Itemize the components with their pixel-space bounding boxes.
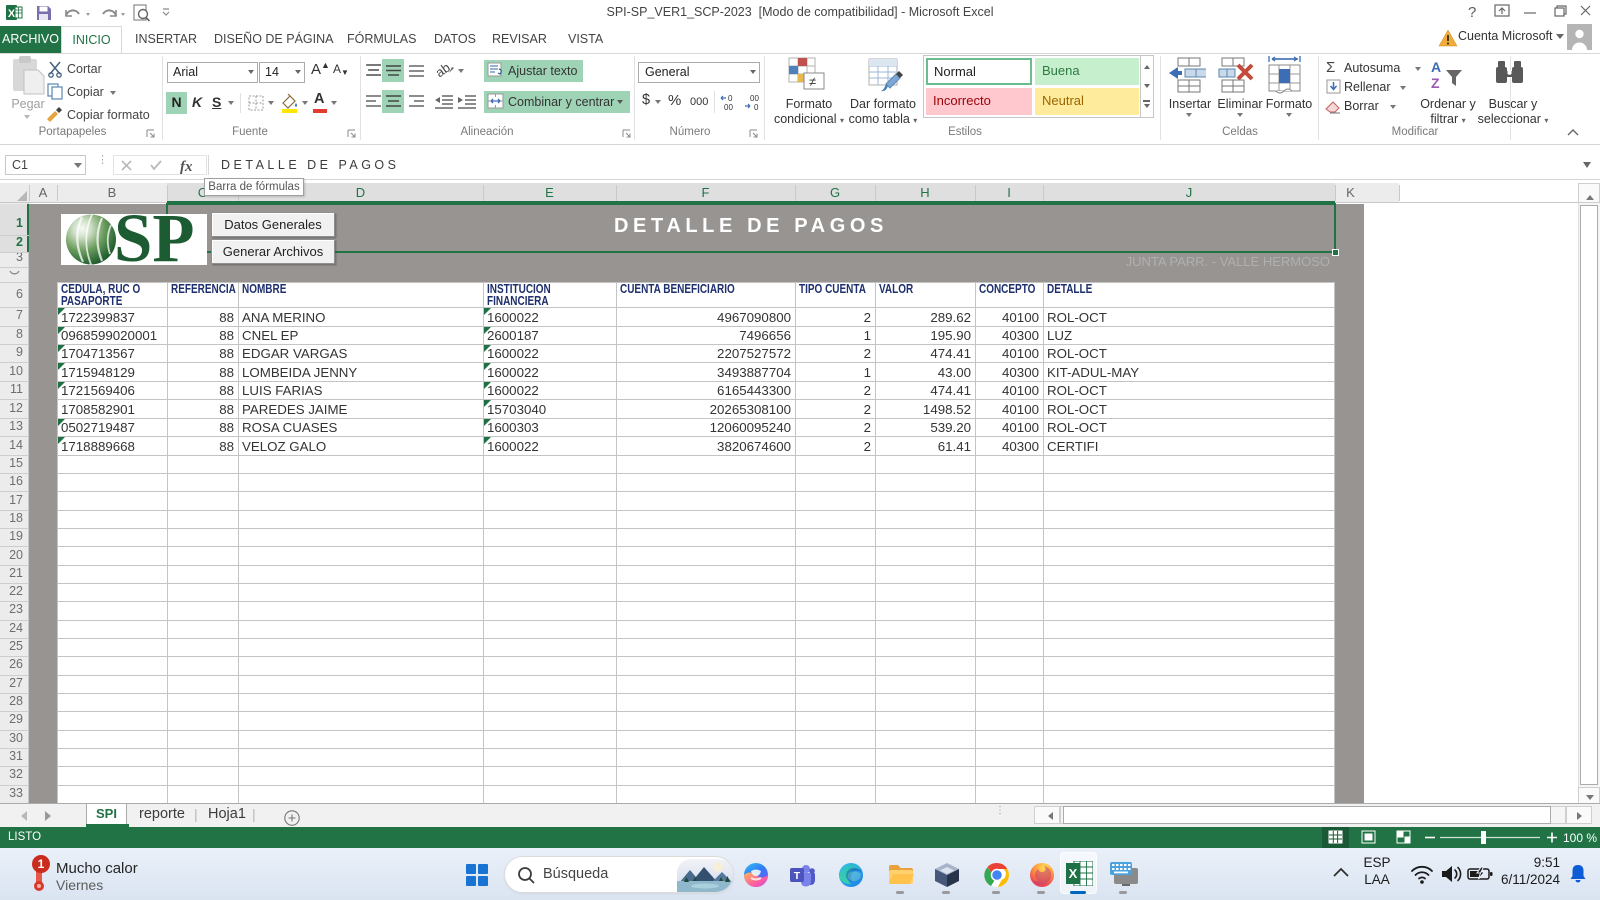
- svg-text:A: A: [1431, 59, 1441, 75]
- svg-text:0: 0: [754, 103, 759, 112]
- svg-text:≠: ≠: [809, 74, 816, 89]
- svg-text:T: T: [794, 870, 801, 882]
- svg-text:X: X: [1069, 866, 1078, 881]
- svg-text:1: 1: [38, 857, 45, 871]
- svg-text:fx: fx: [180, 159, 193, 174]
- svg-text:?: ?: [1468, 4, 1476, 21]
- svg-text:00: 00: [724, 103, 733, 112]
- svg-text:0: 0: [728, 94, 733, 103]
- svg-text:SP: SP: [114, 214, 195, 265]
- svg-text:00: 00: [750, 94, 759, 103]
- svg-text:Z: Z: [1431, 75, 1440, 91]
